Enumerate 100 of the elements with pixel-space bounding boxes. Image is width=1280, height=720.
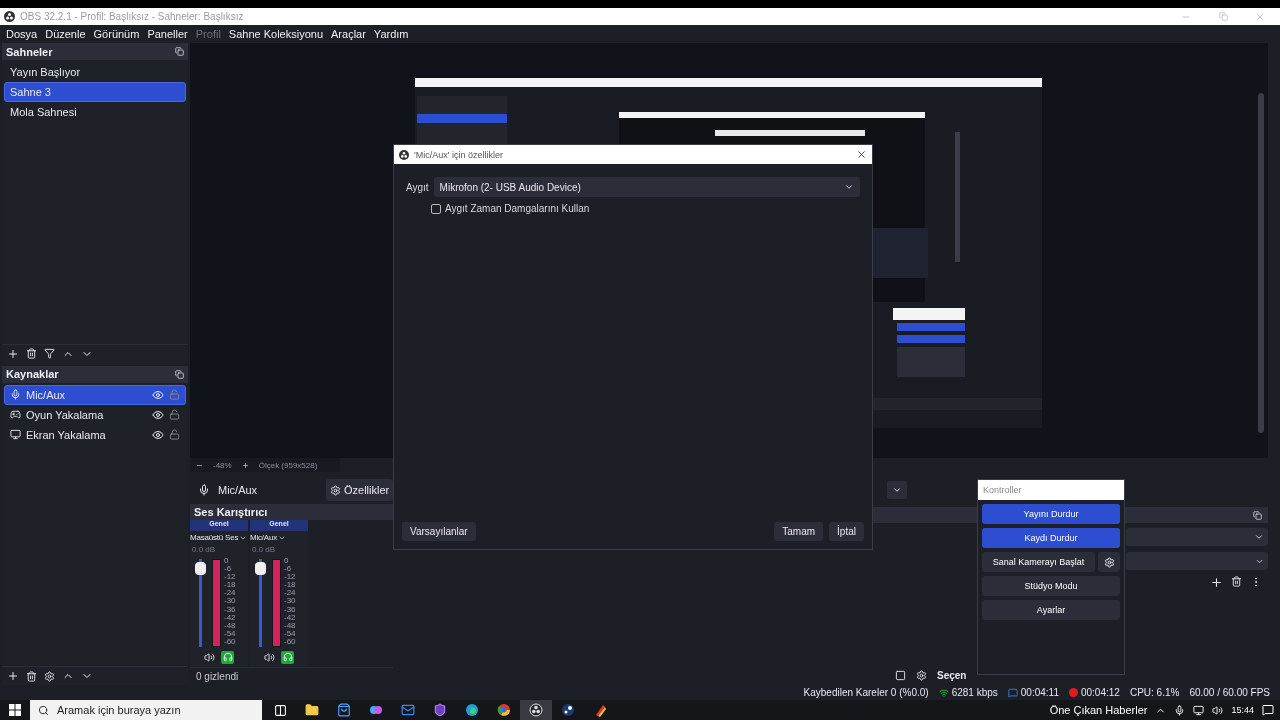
microphone-icon — [198, 484, 210, 496]
field-label: Aygıt — [406, 181, 429, 193]
trash-icon[interactable] — [26, 348, 37, 359]
ok-button[interactable]: Tamam — [774, 521, 824, 541]
properties-button[interactable]: Özellikler — [326, 479, 394, 501]
notification-icon[interactable] — [1262, 704, 1274, 716]
trash-icon[interactable] — [26, 670, 37, 682]
volume-reading: 0.0 dB — [251, 544, 277, 556]
unlock-icon[interactable] — [169, 429, 180, 440]
gear-icon — [1103, 556, 1115, 568]
slider-thumb[interactable] — [255, 561, 266, 575]
bitrate: 6281 kbps — [938, 687, 998, 698]
obs-icon[interactable] — [529, 703, 543, 717]
defaults-button[interactable]: Varsayılanlar — [402, 521, 476, 541]
mail-icon[interactable] — [401, 703, 415, 717]
shield-icon[interactable] — [433, 703, 447, 717]
scene-item[interactable]: Sahne 3 — [4, 82, 186, 102]
checkbox[interactable] — [431, 203, 441, 214]
trash-icon[interactable] — [1231, 576, 1242, 587]
cancel-button[interactable]: İptal — [829, 521, 864, 541]
control-button[interactable]: Kaydı Durdur — [982, 528, 1120, 548]
zoom-level: -48% — [213, 460, 232, 470]
source-item[interactable]: Ekran Yakalama — [4, 424, 186, 445]
layout-icon[interactable] — [895, 670, 906, 681]
settings-icon[interactable] — [44, 670, 55, 682]
globe-icon[interactable] — [465, 703, 479, 717]
search-bar[interactable]: Aramak için buraya yazın — [30, 700, 262, 720]
unlock-icon[interactable] — [169, 409, 180, 420]
obs-logo-icon — [399, 149, 409, 160]
scale-tick: -24 — [284, 589, 296, 598]
control-button[interactable]: Ayarlar — [982, 600, 1120, 620]
channel-name: Mic/Aux — [250, 533, 278, 543]
menu-item[interactable]: Dosya — [2, 28, 42, 40]
taskbar-app[interactable] — [520, 700, 552, 720]
scale-tick: -48 — [284, 622, 296, 631]
scale-tick: -54 — [224, 630, 236, 639]
monitor-icon[interactable] — [1193, 704, 1205, 716]
shopping-bag-icon[interactable] — [337, 703, 351, 717]
scene-item[interactable]: Yayın Başlıyor — [4, 62, 186, 82]
menu-item[interactable]: Sahne Koleksiyonu — [224, 28, 327, 40]
add-icon[interactable] — [1210, 576, 1223, 589]
monitor-button[interactable] — [221, 650, 234, 664]
device-dropdown[interactable]: Mikrofon (2- USB Audio Device) — [433, 177, 860, 197]
control-button[interactable]: Yayını Durdur — [982, 504, 1120, 524]
filter-icon[interactable] — [44, 348, 55, 359]
tab-label: Seçen — [937, 670, 967, 681]
timestamp-checkbox[interactable]: Aygıt Zaman Damgalarını Kullan — [406, 203, 860, 214]
undock-icon[interactable] — [1253, 510, 1262, 520]
undock-icon[interactable] — [175, 47, 184, 56]
settings-icon[interactable] — [916, 670, 927, 681]
control-button[interactable]: Sanal Kamerayı Başlat — [982, 552, 1095, 572]
menu-item[interactable]: Paneller — [143, 28, 192, 40]
add-icon[interactable] — [7, 347, 19, 360]
microphone-icon — [10, 389, 21, 400]
caret-icon — [844, 182, 854, 192]
source-name: Oyun Yakalama — [26, 408, 105, 421]
gamepad-icon — [10, 409, 21, 420]
windows-icon — [9, 704, 21, 716]
source-item[interactable]: Mic/Aux — [4, 384, 186, 405]
stream-time: 00:04:11 — [1007, 687, 1059, 698]
scale-tick: -6 — [284, 564, 293, 573]
close-icon[interactable] — [856, 149, 867, 160]
panel-title: Ses Karıştırıcı — [194, 505, 268, 518]
undock-icon[interactable] — [175, 369, 184, 379]
steam-icon[interactable] — [561, 703, 575, 717]
menu-item[interactable]: Görünüm — [89, 28, 144, 40]
speaker-icon[interactable] — [1212, 704, 1224, 716]
source-item[interactable]: Oyun Yakalama — [4, 404, 186, 425]
scale-label: Ölçek (959x528) — [258, 460, 318, 470]
microphone-icon[interactable] — [1174, 704, 1186, 716]
swirl-icon[interactable] — [369, 703, 383, 717]
speaker-icon[interactable] — [204, 651, 215, 663]
zoom-in-icon[interactable] — [241, 461, 249, 469]
eye-icon[interactable] — [152, 428, 164, 441]
browser-icon[interactable] — [497, 703, 511, 717]
menu-item[interactable]: Yardım — [369, 28, 413, 40]
menu-item[interactable]: Düzenle — [41, 28, 90, 40]
source-name: Mic/Aux — [218, 484, 259, 496]
caret-icon — [892, 485, 903, 495]
control-button[interactable]: Stüdyo Modu — [982, 576, 1120, 596]
panel-title: Sahneler — [6, 45, 53, 58]
add-icon[interactable] — [7, 670, 19, 682]
search-field[interactable]: Aramak için buraya yazın — [55, 703, 262, 717]
window-title: OBS 32.2.1 - Profil: Başlıksız - Sahneler: Başlıksız — [20, 11, 245, 22]
slider-thumb[interactable] — [195, 561, 206, 575]
hidden-count: 0 gizlendi — [196, 670, 239, 682]
menu-item[interactable]: Araçlar — [327, 28, 370, 40]
clock: 15:44 — [1231, 705, 1254, 715]
scene-item[interactable]: Mola Sahnesi — [4, 102, 186, 122]
close-icon — [1255, 11, 1265, 22]
folder-icon[interactable] — [305, 703, 319, 717]
monitor-button[interactable] — [281, 650, 294, 664]
eye-icon[interactable] — [152, 408, 164, 421]
scale-tick: -36 — [224, 605, 236, 614]
pen-icon[interactable] — [593, 703, 607, 717]
news-widget[interactable]: Öne Çıkan Haberler — [1049, 704, 1148, 716]
eye-icon[interactable] — [152, 388, 164, 401]
speaker-icon[interactable] — [264, 651, 275, 663]
settings-button[interactable] — [1098, 552, 1120, 572]
task-view-icon[interactable] — [273, 703, 287, 717]
